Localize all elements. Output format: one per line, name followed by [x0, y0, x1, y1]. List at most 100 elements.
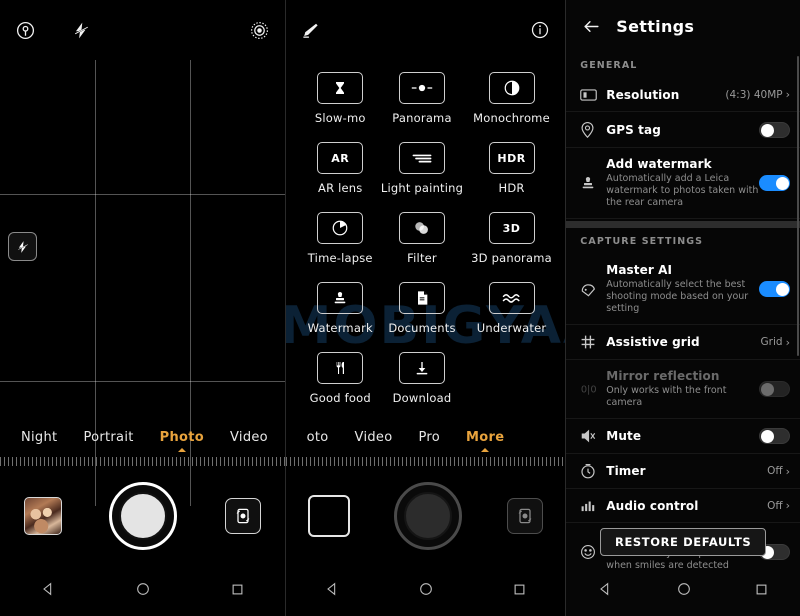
edit-pencil-icon[interactable]: [300, 19, 322, 41]
mode-photo-partial[interactable]: oto: [294, 430, 342, 445]
chevron-right-icon: ›: [785, 335, 790, 349]
mode-item-label: Watermark: [307, 321, 373, 335]
mode-item-good-food[interactable]: Good food: [308, 352, 373, 405]
setting-label: Add watermark: [606, 157, 712, 171]
gps-tag-toggle[interactable]: [759, 121, 790, 138]
setting-row-mute[interactable]: Mute: [566, 419, 800, 454]
mode-item-underwater[interactable]: Underwater: [471, 282, 552, 335]
camera-controls: [0, 468, 285, 564]
back-arrow-icon[interactable]: [580, 15, 602, 37]
settings-scroll-area[interactable]: GENERAL Resolution (4:3) 40MP › GPS tag: [566, 52, 800, 568]
mirror-reflection-toggle[interactable]: [759, 381, 790, 397]
add-watermark-toggle[interactable]: [759, 175, 790, 191]
page-title: Settings: [616, 16, 695, 36]
mode-item-monochrome[interactable]: Monochrome: [471, 72, 552, 125]
ar-lens-icon: AR: [317, 142, 364, 174]
nav-back-icon[interactable]: [597, 581, 613, 601]
setting-row-add-watermark[interactable]: Add watermark Automatically add a Leica …: [566, 148, 800, 219]
mode-item-download[interactable]: Download: [381, 352, 463, 405]
nav-home-icon[interactable]: [135, 581, 151, 601]
shutter-button[interactable]: [394, 482, 463, 550]
hdr-icon: HDR: [488, 142, 535, 174]
more-modes-topbar: [286, 0, 566, 60]
camera-controls: [286, 468, 566, 564]
mode-item-label: Underwater: [476, 321, 547, 335]
shutter-button[interactable]: [109, 482, 178, 550]
flash-off-icon[interactable]: [70, 19, 92, 41]
mode-grid: Slow-mo Panorama Monochrome AR AR lens L…: [286, 72, 566, 405]
nav-back-icon[interactable]: [40, 581, 56, 601]
mode-night[interactable]: Night: [8, 430, 70, 445]
setting-row-timer[interactable]: Timer Off ›: [566, 454, 800, 489]
switch-camera-button[interactable]: [224, 498, 261, 534]
hourglass-icon: [317, 72, 364, 104]
android-navbar: [566, 566, 800, 616]
setting-row-audio-control[interactable]: Audio control Off ›: [566, 489, 800, 523]
setting-value: Off ›: [767, 499, 790, 512]
mode-video[interactable]: Video: [217, 430, 281, 445]
mode-pro[interactable]: Pro: [405, 430, 453, 445]
setting-row-assistive-grid[interactable]: Assistive grid Grid ›: [566, 325, 800, 360]
setting-row-master-ai[interactable]: Master AI Automatically select the best …: [566, 254, 800, 325]
mode-video[interactable]: Video: [342, 430, 406, 445]
setting-row-gps-tag[interactable]: GPS tag: [566, 112, 800, 148]
mute-toggle[interactable]: [759, 428, 790, 444]
master-ai-toggle[interactable]: [759, 281, 790, 297]
flash-off-badge-icon[interactable]: [8, 232, 37, 261]
mode-photo[interactable]: Photo: [147, 430, 217, 445]
mode-more[interactable]: More: [453, 430, 517, 445]
documents-icon: [399, 282, 446, 314]
nav-home-icon[interactable]: [418, 581, 434, 601]
mode-item-filter[interactable]: Filter: [381, 212, 463, 265]
mode-item-3d-panorama[interactable]: 3D 3D panorama: [471, 212, 552, 265]
filter-icon: [399, 212, 446, 244]
mode-item-panorama[interactable]: Panorama: [381, 72, 463, 125]
ai-ring-icon[interactable]: [249, 19, 271, 41]
mode-item-ar-lens[interactable]: AR AR lens: [308, 142, 373, 195]
mode-item-documents[interactable]: Documents: [381, 282, 463, 335]
nav-home-icon[interactable]: [676, 581, 692, 601]
setting-label: GPS tag: [606, 122, 661, 137]
chevron-right-icon: ›: [785, 499, 790, 512]
restore-defaults-area: RESTORE DEFAULTS: [566, 520, 800, 564]
good-food-icon: [317, 352, 364, 384]
time-lapse-icon: [317, 212, 364, 244]
mode-item-label: Slow-mo: [314, 111, 366, 125]
switch-camera-button[interactable]: [507, 498, 543, 534]
mode-item-label: Filter: [407, 251, 437, 265]
setting-value-text: (4:3) 40MP: [725, 88, 783, 101]
chevron-right-icon: ›: [785, 88, 790, 101]
mode-item-time-lapse[interactable]: Time-lapse: [308, 212, 373, 265]
underwater-icon: [488, 282, 535, 314]
mode-item-slow-mo[interactable]: Slow-mo: [308, 72, 373, 125]
ai-aperture-icon[interactable]: [14, 19, 36, 41]
mode-item-hdr[interactable]: HDR HDR: [471, 142, 552, 195]
location-pin-icon: [580, 121, 606, 138]
restore-defaults-button[interactable]: RESTORE DEFAULTS: [599, 528, 767, 556]
setting-label: Resolution: [606, 87, 680, 102]
setting-row-mirror-reflection[interactable]: 0|0 Mirror reflection Only works with th…: [566, 360, 800, 419]
mode-item-watermark[interactable]: Watermark: [308, 282, 373, 335]
nav-recents-icon[interactable]: [230, 582, 245, 601]
setting-value: Off ›: [767, 465, 790, 478]
master-ai-icon: [580, 281, 606, 298]
setting-description: Automatically select the best shooting m…: [606, 279, 749, 314]
monochrome-icon: [488, 72, 535, 104]
gallery-thumbnail-empty[interactable]: [307, 495, 350, 537]
section-divider: [566, 221, 800, 228]
scrollbar[interactable]: [797, 56, 799, 356]
mode-item-label: Documents: [388, 321, 456, 335]
nav-recents-icon[interactable]: [754, 582, 769, 601]
3d-panorama-icon: 3D: [488, 212, 535, 244]
mode-list: Night Portrait Photo Video Pro Mo: [0, 426, 285, 448]
nav-back-icon[interactable]: [324, 581, 340, 601]
mode-portrait[interactable]: Portrait: [70, 430, 146, 445]
panorama-icon: [399, 72, 446, 104]
audio-control-icon: [580, 498, 606, 513]
mode-strip-more: oto Video Pro More: [285, 426, 566, 466]
setting-row-resolution[interactable]: Resolution (4:3) 40MP ›: [566, 78, 800, 112]
info-icon[interactable]: [529, 19, 551, 41]
nav-recents-icon[interactable]: [512, 582, 527, 601]
mode-item-light-painting[interactable]: Light painting: [381, 142, 463, 195]
gallery-thumbnail[interactable]: [23, 497, 62, 535]
